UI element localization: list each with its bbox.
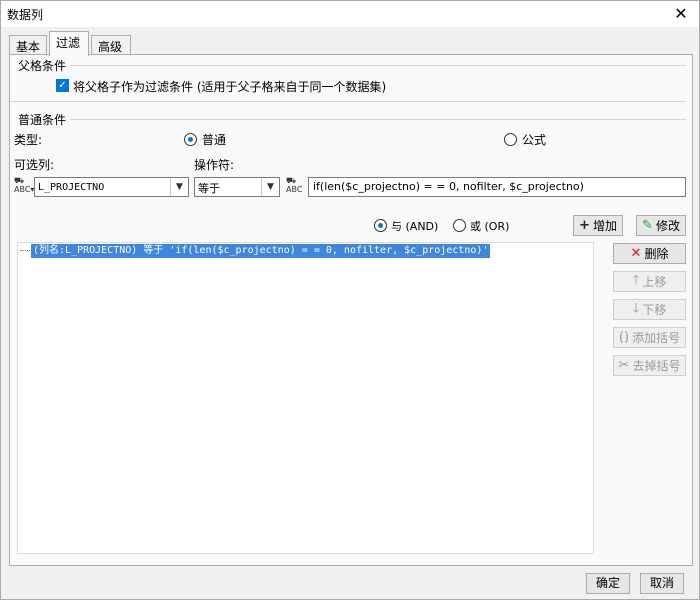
dialog-window: 数据列 ✕ 基本 过滤 高级 父格条件 ✓ 将父格子作为过滤条件 (适用于父子格…: [0, 0, 700, 600]
abc-field-icon[interactable]: ⛟ ABC▾: [14, 176, 34, 196]
add-condition-label: 增加: [592, 219, 617, 233]
remove-bracket-label: 去掉括号: [632, 359, 681, 373]
bracket-icon: (): [618, 330, 630, 345]
parent-filter-checkbox-label: 将父格子作为过滤条件 (适用于父子格来自于同一个数据集): [73, 80, 387, 94]
type-label: 类型:: [14, 133, 43, 147]
tab-filter[interactable]: 过滤: [49, 31, 89, 56]
operator-select[interactable]: 等于 ▼: [194, 177, 280, 197]
window-title: 数据列: [7, 8, 44, 22]
operator-select-value: 等于: [198, 182, 220, 195]
type-normal-label: 普通: [202, 133, 227, 147]
divider: [70, 65, 686, 66]
remove-bracket-button[interactable]: ✂ 去掉括号: [613, 355, 686, 376]
tab-basic[interactable]: 基本: [9, 35, 47, 55]
arrow-up-icon: 🡑: [632, 272, 640, 288]
remove-bracket-icon: ✂: [618, 358, 630, 373]
divider: [10, 101, 686, 102]
delete-label: 删除: [644, 247, 669, 261]
move-down-label: 下移: [642, 303, 667, 317]
edit-icon: ✎: [642, 218, 653, 233]
x-icon: ✕: [630, 246, 642, 261]
formula-input[interactable]: if(len($c_projectno) = = 0, nofilter, $c…: [308, 177, 686, 197]
close-icon[interactable]: ✕: [671, 4, 691, 24]
plus-icon: +: [579, 218, 590, 233]
type-normal-radio[interactable]: [184, 133, 197, 146]
type-formula-label: 公式: [522, 133, 547, 147]
column-select[interactable]: L_PROJECTNO ▼: [34, 177, 189, 197]
move-down-button[interactable]: 🡓 下移: [613, 299, 686, 320]
add-bracket-button[interactable]: () 添加括号: [613, 327, 686, 348]
modify-condition-button[interactable]: ✎ 修改: [636, 215, 686, 236]
common-condition-title: 普通条件: [18, 113, 67, 127]
parent-filter-checkbox[interactable]: ✓: [56, 79, 69, 92]
operator-label: 操作符:: [194, 158, 235, 172]
logic-and-radio[interactable]: [374, 219, 387, 232]
divider: [70, 119, 686, 120]
column-select-value: L_PROJECTNO: [38, 182, 105, 193]
move-up-label: 上移: [642, 275, 667, 289]
filter-panel: 父格条件 ✓ 将父格子作为过滤条件 (适用于父子格来自于同一个数据集) 普通条件…: [9, 54, 693, 566]
title-bar: 数据列 ✕: [1, 1, 699, 27]
abc-formula-icon[interactable]: ⛟ ABC: [286, 176, 306, 196]
ok-button[interactable]: 确定: [586, 573, 630, 594]
add-condition-button[interactable]: + 增加: [573, 215, 623, 236]
conditions-list[interactable]: (列名:L_PROJECTNO) 等于 'if(len($c_projectno…: [17, 242, 594, 554]
arrow-down-icon: 🡓: [632, 300, 640, 316]
list-item[interactable]: (列名:L_PROJECTNO) 等于 'if(len($c_projectno…: [31, 244, 491, 258]
tree-connector: [20, 250, 30, 251]
add-bracket-label: 添加括号: [632, 331, 681, 345]
column-label: 可选列:: [14, 158, 55, 172]
logic-or-label: 或 (OR): [470, 220, 510, 233]
type-formula-radio[interactable]: [504, 133, 517, 146]
delete-button[interactable]: ✕ 删除: [613, 243, 686, 264]
cancel-button[interactable]: 取消: [640, 573, 684, 594]
chevron-down-icon[interactable]: ▼: [261, 178, 279, 196]
parent-condition-title: 父格条件: [18, 59, 67, 73]
move-up-button[interactable]: 🡑 上移: [613, 271, 686, 292]
tab-advanced[interactable]: 高级: [91, 35, 131, 55]
chevron-down-icon[interactable]: ▼: [170, 178, 188, 196]
modify-condition-label: 修改: [655, 219, 680, 233]
logic-or-radio[interactable]: [453, 219, 466, 232]
logic-and-label: 与 (AND): [391, 220, 439, 233]
